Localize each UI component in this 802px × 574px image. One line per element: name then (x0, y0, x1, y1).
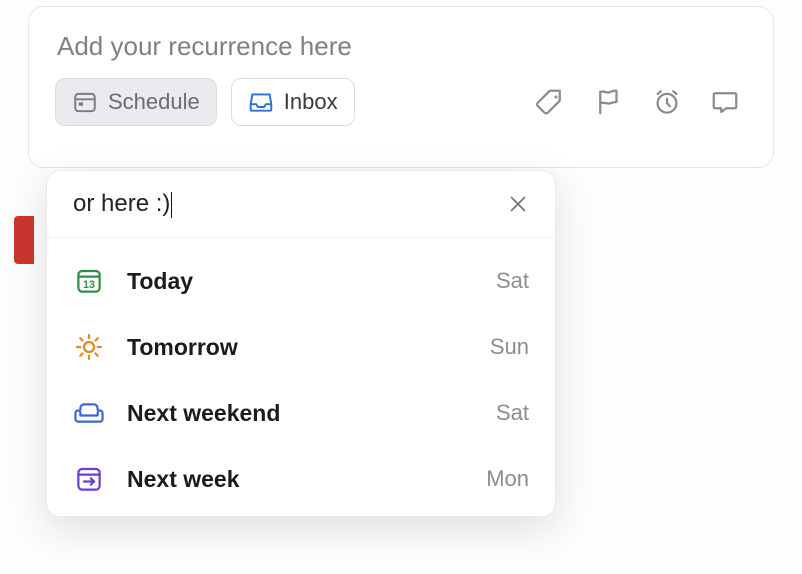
comment-icon (710, 87, 740, 117)
calendar-next-icon (69, 464, 109, 494)
calendar-icon (72, 89, 98, 115)
sun-icon (69, 332, 109, 362)
schedule-option-label: Tomorrow (127, 334, 490, 361)
schedule-option-day: Sun (490, 334, 529, 360)
schedule-option-day: Mon (486, 466, 529, 492)
schedule-option-next-week[interactable]: Next week Mon (47, 446, 555, 512)
task-toolbar: Schedule Inbox (55, 78, 747, 126)
reminder-button[interactable] (645, 80, 689, 124)
schedule-option-day: Sat (496, 268, 529, 294)
schedule-button-label: Schedule (108, 89, 200, 115)
schedule-option-list: 13 Today Sat Tomorrow (47, 238, 555, 516)
schedule-option-label: Today (127, 268, 496, 295)
schedule-button[interactable]: Schedule (55, 78, 217, 126)
flag-button[interactable] (587, 80, 631, 124)
schedule-search-input[interactable]: or here :) (73, 190, 503, 218)
schedule-option-label: Next weekend (127, 400, 496, 427)
inbox-icon (248, 89, 274, 115)
schedule-option-label: Next week (127, 466, 486, 493)
schedule-search-row: or here :) (47, 171, 555, 238)
schedule-option-today[interactable]: 13 Today Sat (47, 248, 555, 314)
schedule-option-day: Sat (496, 400, 529, 426)
text-caret (171, 192, 172, 218)
priority-indicator (14, 216, 34, 264)
tag-icon (536, 87, 566, 117)
schedule-dropdown: or here :) 13 Today Sat (46, 170, 556, 517)
inbox-button-label: Inbox (284, 89, 338, 115)
calendar-13-icon: 13 (69, 266, 109, 296)
task-editor-card: Add your recurrence here Schedule Inbox (28, 6, 774, 168)
comment-button[interactable] (703, 80, 747, 124)
close-icon (507, 193, 529, 215)
alarm-icon (652, 87, 682, 117)
task-title-input[interactable]: Add your recurrence here (55, 27, 747, 78)
tag-button[interactable] (529, 80, 573, 124)
clear-search-button[interactable] (503, 189, 533, 219)
sofa-icon (69, 398, 109, 428)
svg-text:13: 13 (83, 279, 95, 291)
schedule-search-value: or here :) (73, 190, 170, 217)
schedule-option-next-weekend[interactable]: Next weekend Sat (47, 380, 555, 446)
schedule-option-tomorrow[interactable]: Tomorrow Sun (47, 314, 555, 380)
inbox-button[interactable]: Inbox (231, 78, 355, 126)
flag-icon (594, 87, 624, 117)
